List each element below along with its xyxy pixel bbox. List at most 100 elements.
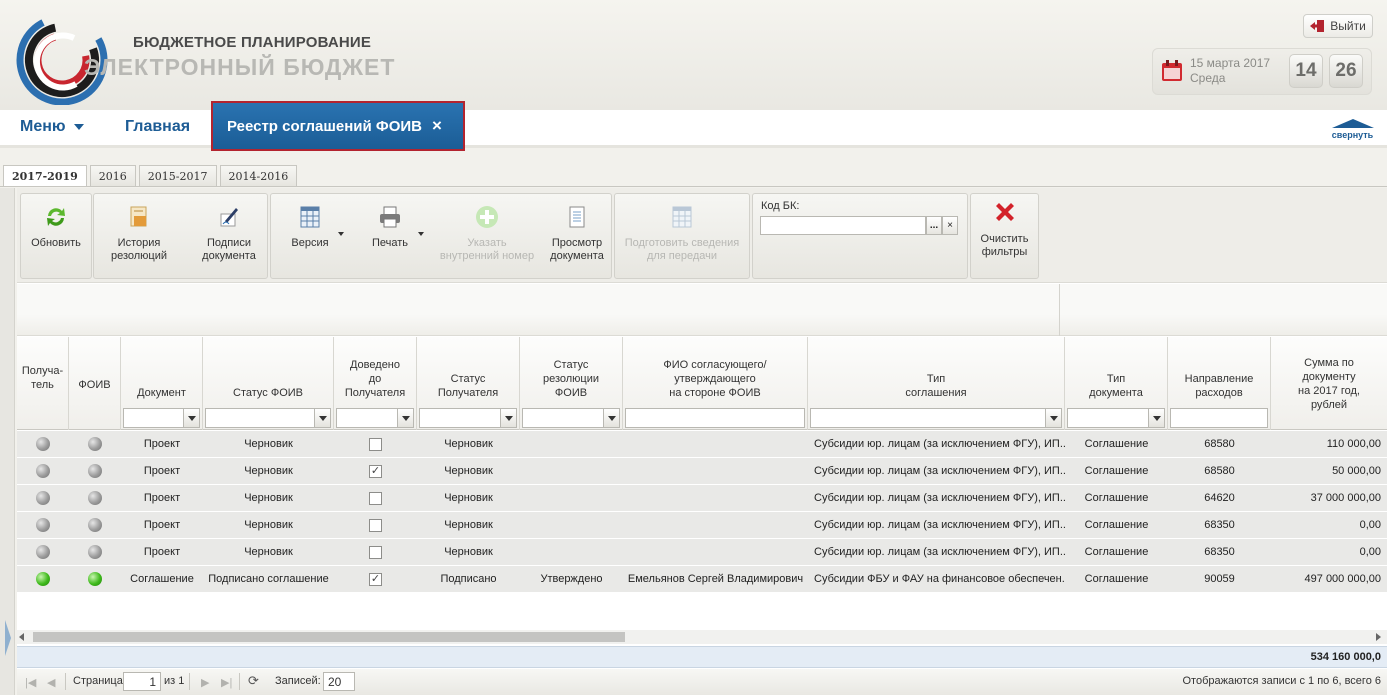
filter-resolution[interactable] xyxy=(522,408,620,428)
cell-amount: 37 000 000,00 xyxy=(1310,492,1381,504)
col-foiv[interactable]: ФОИВ xyxy=(69,337,121,430)
version-chevron-down-icon[interactable] xyxy=(338,232,344,236)
print-dropdown-button[interactable]: Печать xyxy=(357,194,423,278)
resolution-history-button[interactable]: История резолюций xyxy=(100,194,178,278)
version-dropdown-button[interactable]: Версия xyxy=(277,194,343,278)
chevron-down-icon[interactable] xyxy=(1148,409,1164,427)
cell-approver: Емельянов Сергей Владимирович xyxy=(627,573,804,585)
scroll-left-icon[interactable] xyxy=(19,633,24,641)
col-expense[interactable]: Направление расходов xyxy=(1168,337,1271,430)
current-date: 15 марта 2017 xyxy=(1190,56,1271,70)
horizontal-scrollbar[interactable] xyxy=(17,630,1387,644)
filter-delivered[interactable] xyxy=(336,408,414,428)
foiv-status-icon xyxy=(88,572,102,586)
nav-home-link[interactable]: Главная xyxy=(125,118,190,136)
chevron-down-icon[interactable] xyxy=(314,409,330,427)
kod-bk-input[interactable] xyxy=(760,216,926,235)
chevron-down-icon[interactable] xyxy=(1045,409,1061,427)
recipient-status-icon xyxy=(36,437,50,451)
internal-number-button[interactable]: Указать внутренний номер xyxy=(437,194,537,278)
records-per-page-input[interactable]: 20 xyxy=(323,672,355,691)
tab-year-2015-2017[interactable]: 2015-2017 xyxy=(138,165,217,186)
collapse-header-button[interactable]: свернуть xyxy=(1330,119,1375,140)
filter-approver[interactable] xyxy=(625,408,805,428)
first-page-icon[interactable]: |◀ xyxy=(25,676,36,689)
prepare-transfer-button[interactable]: Подготовить сведения для передачи xyxy=(615,194,749,278)
cell-status-foiv: Черновик xyxy=(244,438,293,450)
last-page-icon[interactable]: ▶| xyxy=(221,676,232,689)
table-row[interactable]: Проект Черновик Черновик Субсидии юр. лицам… xyxy=(17,539,1387,566)
cell-delivered xyxy=(334,539,417,565)
table-row[interactable]: Проект Черновик ✓ Черновик Субсидии юр. лица… xyxy=(17,458,1387,485)
side-panel-expander[interactable] xyxy=(0,188,15,695)
col-agreement-type-label-2: соглашения xyxy=(905,387,967,399)
delivered-checkbox[interactable] xyxy=(369,518,382,532)
col-status-foiv[interactable]: Статус ФОИВ xyxy=(203,337,334,430)
tab-year-2016[interactable]: 2016 xyxy=(89,165,136,186)
tab-year-2014-2016[interactable]: 2014-2016 xyxy=(219,165,298,186)
view-document-label-1: Просмотр xyxy=(551,237,603,249)
col-delivered[interactable]: Доведено до Получателя xyxy=(334,337,417,430)
resolution-history-label-2: резолюций xyxy=(110,250,168,262)
delivered-checkbox[interactable] xyxy=(369,491,382,505)
table-row[interactable]: Соглашение Подписано соглашение ✓ Подписано… xyxy=(17,566,1387,593)
close-icon[interactable]: × xyxy=(432,116,442,136)
summary-row: 534 160 000,0 xyxy=(17,646,1387,668)
table-row[interactable]: Проект Черновик Черновик Субсидии юр. лицам… xyxy=(17,431,1387,458)
refresh-icon[interactable]: ⟳ xyxy=(248,673,259,689)
col-amount[interactable]: Сумма по документу на 2017 год, рублей xyxy=(1271,337,1387,430)
chevron-down-icon[interactable] xyxy=(500,409,516,427)
foiv-status-icon xyxy=(88,491,102,505)
document-signatures-button[interactable]: Подписи документа xyxy=(190,194,268,278)
chevron-down-icon[interactable] xyxy=(603,409,619,427)
filter-doc-type[interactable] xyxy=(1067,408,1165,428)
tab-year-2017-2019[interactable]: 2017-2019 xyxy=(3,165,87,187)
kod-bk-select-button[interactable]: ... xyxy=(926,216,942,235)
menu-button[interactable]: Меню xyxy=(20,118,84,136)
delivered-checkbox[interactable] xyxy=(369,545,382,559)
table-row[interactable]: Проект Черновик Черновик Субсидии юр. лицам… xyxy=(17,485,1387,512)
scrollbar-thumb[interactable] xyxy=(33,632,625,642)
page-number-input[interactable]: 1 xyxy=(123,672,161,691)
filter-status-foiv[interactable] xyxy=(205,408,331,428)
next-page-icon[interactable]: ▶ xyxy=(201,676,209,689)
col-doc-type[interactable]: Тип документа xyxy=(1065,337,1168,430)
filter-document[interactable] xyxy=(123,408,200,428)
col-document[interactable]: Документ xyxy=(121,337,203,430)
prev-page-icon[interactable]: ◀ xyxy=(47,676,55,689)
refresh-button[interactable]: Обновить xyxy=(21,194,91,278)
year-tabs: 2017-2019 2016 2015-2017 2014-2016 xyxy=(3,165,298,187)
col-resolution[interactable]: Статус резолюции ФОИВ xyxy=(520,337,623,430)
printer-icon xyxy=(380,206,400,228)
recipient-status-cell xyxy=(17,431,69,457)
table-row[interactable]: Проект Черновик Черновик Субсидии юр. лицам… xyxy=(17,512,1387,539)
logout-button[interactable]: Выйти xyxy=(1303,14,1373,38)
cell-status-foiv: Подписано соглашение xyxy=(208,573,329,585)
col-agreement-type[interactable]: Тип соглашения xyxy=(808,337,1065,430)
calendar-icon xyxy=(1162,60,1182,81)
col-expense-label-1: Направление xyxy=(1184,373,1254,385)
chevron-down-icon[interactable] xyxy=(183,409,199,427)
cell-delivered xyxy=(334,431,417,457)
tab-agreement-registry[interactable]: Реестр соглашений ФОИВ × xyxy=(211,101,465,151)
collapse-label: свернуть xyxy=(1331,130,1374,140)
delivered-checkbox[interactable]: ✓ xyxy=(369,464,382,478)
col-recipient[interactable]: Получа- тель xyxy=(17,337,69,430)
recipient-status-cell xyxy=(17,485,69,511)
view-document-button[interactable]: Просмотр документа xyxy=(543,194,611,278)
filter-status-recipient[interactable] xyxy=(419,408,517,428)
filter-expense[interactable] xyxy=(1170,408,1268,428)
expand-arrow-icon[interactable] xyxy=(5,620,11,656)
delivered-checkbox[interactable] xyxy=(369,437,382,451)
foiv-status-cell xyxy=(69,566,121,592)
delivered-checkbox[interactable]: ✓ xyxy=(369,572,382,586)
scroll-right-icon[interactable] xyxy=(1376,633,1381,641)
filter-agreement-type[interactable] xyxy=(810,408,1062,428)
clear-filters-button[interactable]: Очистить фильтры xyxy=(971,194,1038,278)
col-approver[interactable]: ФИО согласующего/ утверждающего на сторо… xyxy=(623,337,808,430)
chevron-down-icon[interactable] xyxy=(397,409,413,427)
print-chevron-down-icon[interactable] xyxy=(418,232,424,236)
col-approver-label-3: на стороне ФОИВ xyxy=(669,387,761,399)
col-status-recipient[interactable]: Статус Получателя xyxy=(417,337,520,430)
kod-bk-clear-button[interactable]: × xyxy=(942,216,958,235)
